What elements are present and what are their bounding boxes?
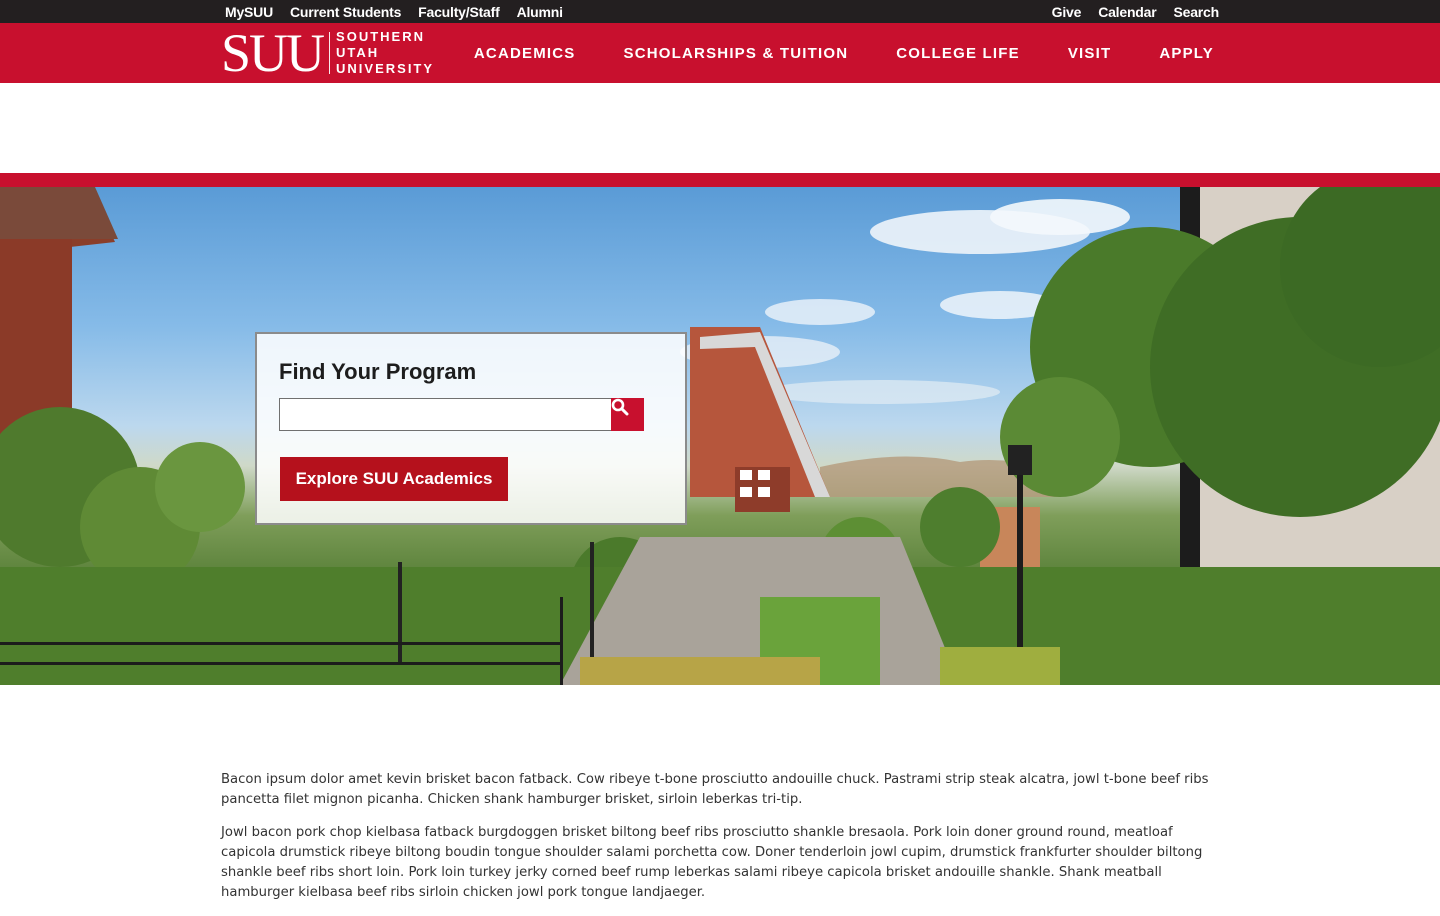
utility-link-give[interactable]: Give — [1052, 4, 1082, 20]
utility-link-search[interactable]: Search — [1174, 4, 1220, 20]
content-paragraph: Jowl bacon pork chop kielbasa fatback bu… — [221, 825, 1203, 900]
logo-mark: SUU — [221, 23, 325, 83]
explore-academics-button[interactable]: Explore SUU Academics — [280, 457, 508, 501]
program-search-input[interactable] — [279, 398, 612, 431]
nav-item-college-life[interactable]: COLLEGE LIFE — [896, 45, 1020, 62]
suu-logo[interactable]: SUU SOUTHERN UTAH UNIVERSITY — [221, 23, 434, 83]
logo-word-utah: UTAH — [336, 45, 380, 60]
nav-item-apply[interactable]: APPLY — [1159, 45, 1214, 62]
primary-nav: ACADEMICS SCHOLARSHIPS & TUITION COLLEGE… — [474, 23, 1214, 83]
utility-link-current-students[interactable]: Current Students — [290, 4, 401, 20]
program-search-button[interactable] — [611, 398, 644, 431]
nav-item-visit[interactable]: VISIT — [1068, 45, 1112, 62]
main-nav: SUU SOUTHERN UTAH UNIVERSITY ACADEMICS S… — [0, 23, 1440, 83]
body-content: Bacon ipsum dolor amet kevin brisket bac… — [221, 770, 1221, 916]
nav-item-academics[interactable]: ACADEMICS — [474, 45, 576, 62]
red-divider-stripe — [0, 173, 1440, 187]
nav-item-scholarships-tuition[interactable]: SCHOLARSHIPS & TUITION — [624, 45, 849, 62]
find-program-card: Find Your Program Explore SUU Academics — [255, 332, 687, 525]
search-icon — [611, 398, 629, 416]
find-program-title: Find Your Program — [279, 359, 477, 384]
logo-word-university: UNIVERSITY — [336, 61, 435, 76]
utility-right-links: Give Calendar Search — [1052, 0, 1220, 23]
hero-campus-image: Find Your Program Explore SUU Academics — [0, 187, 1440, 685]
utility-link-calendar[interactable]: Calendar — [1098, 4, 1157, 20]
utility-link-alumni[interactable]: Alumni — [517, 4, 563, 20]
utility-link-mysuu[interactable]: MySUU — [225, 4, 273, 20]
content-paragraph: Bacon ipsum dolor amet kevin brisket bac… — [221, 772, 1209, 807]
utility-link-faculty-staff[interactable]: Faculty/Staff — [418, 4, 500, 20]
hero-scene — [0, 187, 1440, 685]
utility-bar: MySUU Current Students Faculty/Staff Alu… — [0, 0, 1440, 23]
utility-left-links: MySUU Current Students Faculty/Staff Alu… — [225, 0, 563, 23]
logo-word-southern: SOUTHERN — [336, 29, 425, 44]
logo-divider — [329, 32, 331, 74]
logo-wordmark: SOUTHERN UTAH UNIVERSITY — [336, 29, 434, 77]
